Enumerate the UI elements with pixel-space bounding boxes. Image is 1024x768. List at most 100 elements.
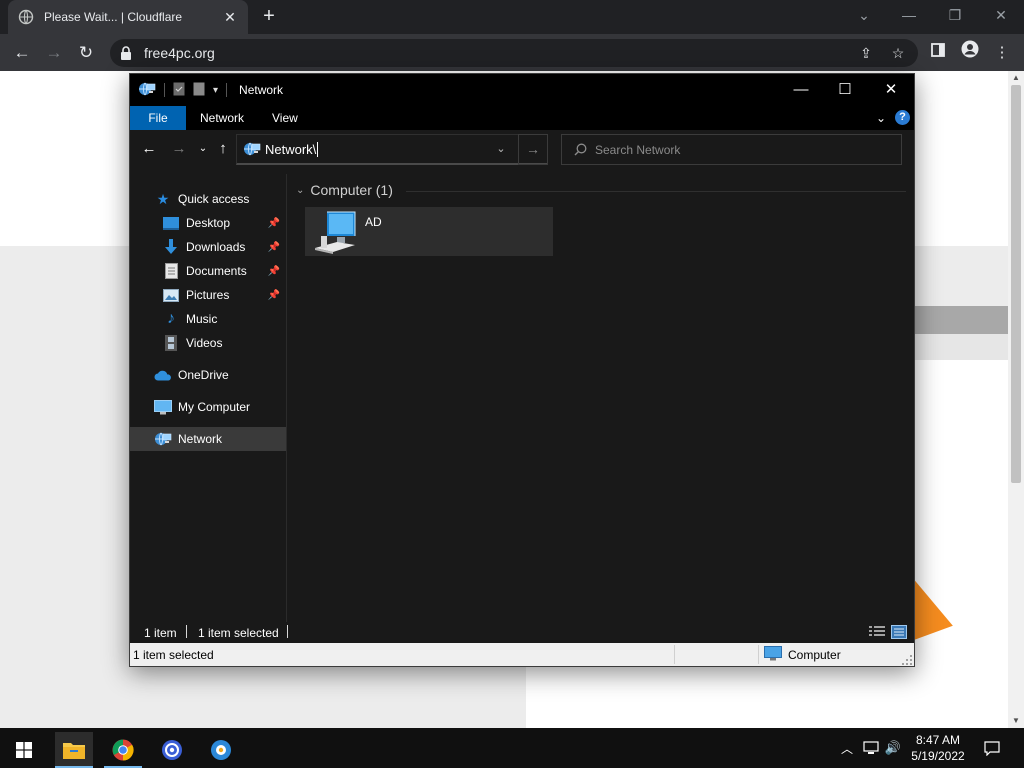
nav-item-desktop[interactable]: Desktop 📌 <box>130 211 286 235</box>
nav-item-music[interactable]: ♪ Music <box>130 307 286 331</box>
chrome-taskbar-icon[interactable] <box>104 732 142 768</box>
status-separator <box>186 625 187 638</box>
share-icon[interactable]: ⇪ <box>854 45 878 62</box>
scroll-down-arrow[interactable]: ▼ <box>1008 714 1024 728</box>
ribbon-tabs: File Network View ⌄ ? <box>130 106 914 130</box>
new-folder-icon[interactable] <box>193 82 205 99</box>
profile-avatar-icon[interactable] <box>957 40 983 66</box>
minimize-button[interactable]: — <box>778 74 824 106</box>
nav-item-my-computer[interactable]: My Computer <box>130 395 286 419</box>
collapse-chevron-icon[interactable]: ⌄ <box>296 185 304 196</box>
address-bar[interactable]: free4pc.org ⇪ ☆ <box>110 39 918 67</box>
list-item[interactable]: AD <box>305 207 553 256</box>
network-icon <box>243 141 261 157</box>
nav-label: OneDrive <box>178 368 229 382</box>
nav-label: My Computer <box>178 400 251 414</box>
search-placeholder: Search Network <box>595 142 681 157</box>
system-clock[interactable]: 8:47 AM 5/19/2022 <box>898 732 978 764</box>
pictures-icon <box>162 287 180 303</box>
content-pane[interactable]: ⌄ Computer (1) AD <box>288 174 914 622</box>
tab-file[interactable]: File <box>130 106 186 130</box>
selected-count: 1 item selected <box>198 626 279 640</box>
show-hidden-icons-icon[interactable]: ︿ <box>838 728 856 768</box>
forward-icon[interactable]: → <box>41 40 67 66</box>
tab-search-icon[interactable]: ⌄ <box>850 4 878 26</box>
minimize-browser-button[interactable]: — <box>895 4 923 26</box>
close-browser-button[interactable]: ✕ <box>987 4 1015 26</box>
tab-network[interactable]: Network <box>186 106 258 130</box>
status-bar: 1 item 1 item selected <box>130 622 914 643</box>
address-dropdown-icon[interactable]: ⌄ <box>486 134 516 165</box>
browser-tab[interactable]: Please Wait... | Cloudflare ✕ <box>8 0 248 34</box>
page-scrollbar[interactable]: ▲ ▼ <box>1008 71 1024 728</box>
nav-label: Network <box>178 432 223 446</box>
file-explorer-taskbar-icon[interactable] <box>55 732 93 768</box>
maximize-button[interactable]: ☐ <box>822 74 868 106</box>
go-arrow-icon[interactable]: → <box>518 134 548 165</box>
group-divider <box>406 191 906 192</box>
pin-icon[interactable]: 📌 <box>268 218 280 229</box>
location-label: Computer <box>788 648 841 662</box>
help-icon[interactable]: ? <box>895 110 910 125</box>
pin-icon[interactable]: 📌 <box>268 290 280 301</box>
bookmark-star-icon[interactable]: ☆ <box>886 45 910 62</box>
tab-view[interactable]: View <box>258 106 312 130</box>
back-arrow-icon[interactable]: ← <box>138 138 160 160</box>
app-taskbar-icon[interactable] <box>153 732 191 768</box>
url-text: free4pc.org <box>144 45 215 61</box>
nav-item-onedrive[interactable]: OneDrive <box>130 363 286 387</box>
film-icon <box>162 335 180 351</box>
file-explorer-window: ▾ Network — ☐ ✕ File Network View ⌄ ? ← … <box>129 73 915 667</box>
close-tab-icon[interactable]: ✕ <box>222 9 238 25</box>
back-icon[interactable]: ← <box>9 40 35 66</box>
explorer-title-bar[interactable]: ▾ Network — ☐ ✕ <box>130 74 914 106</box>
details-view-icon[interactable] <box>869 625 885 639</box>
nav-item-network[interactable]: Network <box>130 427 286 451</box>
up-arrow-icon[interactable]: ↑ <box>212 138 234 160</box>
nav-label: Desktop <box>186 216 231 230</box>
restore-browser-button[interactable]: ❐ <box>941 4 969 26</box>
start-button[interactable] <box>5 732 43 768</box>
network-status-icon[interactable] <box>860 728 882 768</box>
reload-icon[interactable]: ↻ <box>73 40 99 66</box>
scroll-thumb[interactable] <box>1011 85 1021 483</box>
settings-app-taskbar-icon[interactable] <box>202 732 240 768</box>
properties-icon[interactable] <box>173 82 185 99</box>
title-separator <box>226 83 228 97</box>
browser-menu-icon[interactable]: ⋮ <box>989 40 1015 66</box>
nav-item-downloads[interactable]: Downloads 📌 <box>130 235 286 259</box>
desktop-icon <box>162 215 180 231</box>
lock-icon <box>120 46 134 60</box>
search-icon <box>574 143 587 156</box>
notifications-icon[interactable] <box>981 728 1003 768</box>
bottom-selected-text: 1 item selected <box>133 648 214 662</box>
globe-icon <box>18 9 34 25</box>
status-separator <box>287 625 288 638</box>
forward-arrow-icon[interactable]: → <box>168 138 190 160</box>
large-icons-view-icon[interactable] <box>891 625 907 639</box>
status-separator <box>674 645 675 664</box>
close-button[interactable]: ✕ <box>868 74 914 106</box>
monitor-icon <box>154 399 172 415</box>
recent-locations-icon[interactable]: ⌄ <box>192 138 214 160</box>
tab-title: Please Wait... | Cloudflare <box>44 10 183 24</box>
clock-date: 5/19/2022 <box>911 749 965 763</box>
nav-item-quick-access[interactable]: ★ Quick access <box>130 187 286 211</box>
network-icon <box>154 431 172 447</box>
search-input[interactable]: Search Network <box>561 134 902 165</box>
navigation-pane: ★ Quick access Desktop 📌 Downloads 📌 Doc… <box>130 174 287 622</box>
nav-item-videos[interactable]: Videos <box>130 331 286 355</box>
nav-item-documents[interactable]: Documents 📌 <box>130 259 286 283</box>
pin-icon[interactable]: 📌 <box>268 242 280 253</box>
resize-grip-icon[interactable] <box>902 654 912 665</box>
side-panel-icon[interactable] <box>925 40 951 66</box>
scroll-up-arrow[interactable]: ▲ <box>1008 71 1024 85</box>
nav-item-pictures[interactable]: Pictures 📌 <box>130 283 286 307</box>
new-tab-button[interactable]: + <box>258 6 280 28</box>
customize-quick-access-icon[interactable]: ▾ <box>213 85 218 96</box>
nav-label: Videos <box>186 336 223 350</box>
page-light-bar <box>913 334 1008 360</box>
pin-icon[interactable]: 📌 <box>268 266 280 277</box>
group-header[interactable]: ⌄ Computer (1) <box>296 182 393 198</box>
expand-ribbon-icon[interactable]: ⌄ <box>876 110 886 126</box>
